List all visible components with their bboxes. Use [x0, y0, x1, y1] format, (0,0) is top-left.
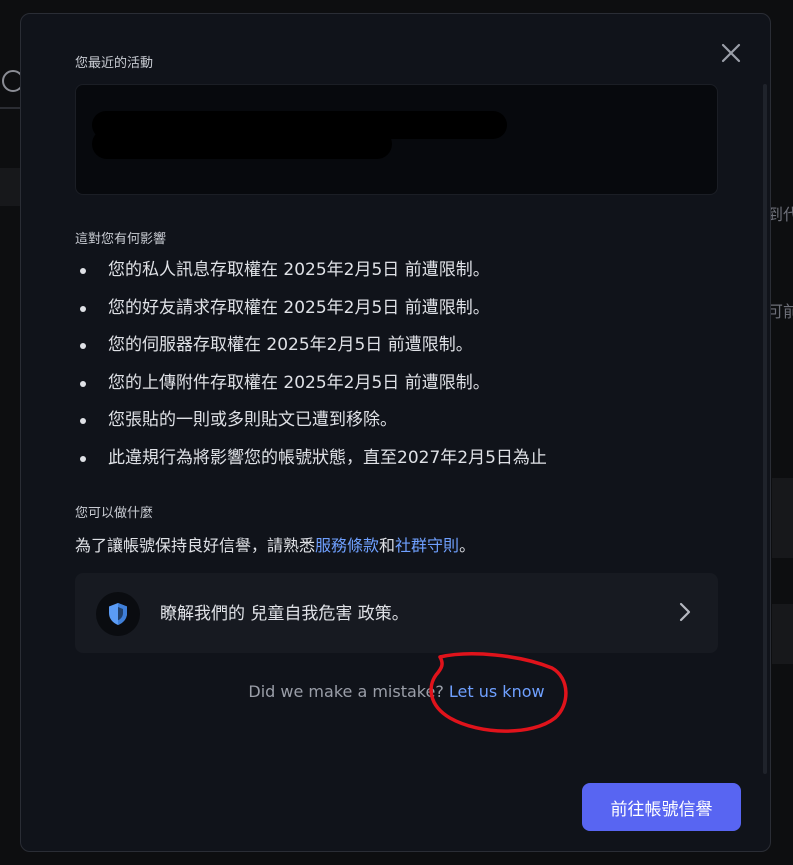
- close-button[interactable]: [718, 40, 744, 66]
- effects-title: 這對您有何影響: [75, 232, 167, 247]
- go-to-account-standing-button[interactable]: 前往帳號信譽: [582, 783, 741, 831]
- shield-icon-badge: [96, 592, 140, 636]
- chevron-right-icon: [679, 602, 691, 622]
- recent-activity-box: [75, 84, 718, 195]
- bg-panel: [772, 478, 793, 558]
- effect-item: 您張貼的一則或多則貼文已遭到移除。: [75, 406, 715, 444]
- community-guidelines-link[interactable]: 社群守則: [395, 536, 459, 555]
- close-icon: [721, 43, 741, 63]
- policy-card-text: 瞭解我們的 兒童自我危害 政策。: [160, 604, 409, 624]
- what-to-do-text: 為了讓帳號保持良好信譽，請熟悉服務條款和社群守則。: [75, 532, 475, 556]
- mistake-text: Did we make a mistake?: [248, 682, 444, 701]
- effects-list: 您的私人訊息存取權在 2025年2月5日 前遭限制。 您的好友請求存取權在 20…: [75, 256, 715, 481]
- what-to-do-and: 和: [379, 536, 396, 555]
- account-standing-modal: 您最近的活動 這對您有何影響 您的私人訊息存取權在 2025年2月5日 前遭限制…: [20, 13, 771, 852]
- redaction-mark: [106, 143, 276, 157]
- effect-item: 此違規行為將影響您的帳號狀態，直至2027年2月5日為止: [75, 444, 715, 482]
- bg-panel-2: [772, 604, 793, 664]
- scrollbar[interactable]: [763, 84, 767, 774]
- mistake-line: Did we make a mistake? Let us know: [21, 682, 772, 701]
- bg-divider: [0, 107, 20, 109]
- what-to-do-prefix: 為了讓帳號保持良好信譽，請熟悉: [75, 536, 316, 555]
- policy-card[interactable]: 瞭解我們的 兒童自我危害 政策。: [75, 573, 718, 653]
- effect-item: 您的伺服器存取權在 2025年2月5日 前遭限制。: [75, 331, 715, 369]
- terms-of-service-link[interactable]: 服務條款: [315, 536, 379, 555]
- effect-item: 您的私人訊息存取權在 2025年2月5日 前遭限制。: [75, 256, 715, 294]
- recent-activity-title: 您最近的活動: [75, 56, 154, 71]
- what-to-do-suffix: 。: [459, 536, 476, 555]
- shield-icon: [109, 603, 127, 625]
- effect-item: 您的上傳附件存取權在 2025年2月5日 前遭限制。: [75, 369, 715, 407]
- what-to-do-title: 您可以做什麼: [75, 506, 154, 521]
- effect-item: 您的好友請求存取權在 2025年2月5日 前遭限制。: [75, 294, 715, 332]
- bg-channel-item: [0, 168, 20, 206]
- let-us-know-link[interactable]: Let us know: [449, 682, 545, 701]
